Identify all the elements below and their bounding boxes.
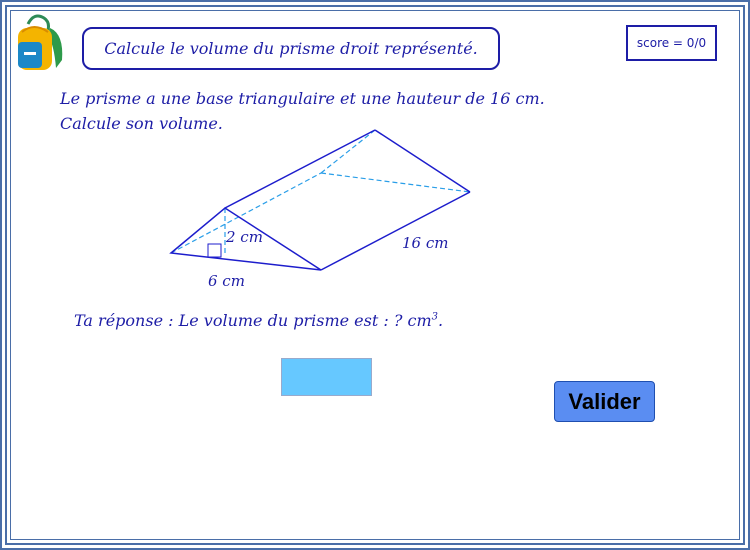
answer-input[interactable] — [281, 358, 372, 396]
label-height: 2 cm — [226, 228, 263, 246]
answer-suffix: . — [438, 311, 444, 330]
label-length: 16 cm — [402, 234, 449, 252]
validate-button[interactable]: Valider — [554, 381, 655, 422]
right-angle-marker — [207, 243, 222, 258]
prism-figure — [169, 129, 471, 271]
answer-prompt-text: Ta réponse : Le volume du prisme est : ?… — [74, 311, 432, 330]
answer-prompt: Ta réponse : Le volume du prisme est : ?… — [74, 311, 443, 330]
label-base: 6 cm — [208, 272, 245, 290]
